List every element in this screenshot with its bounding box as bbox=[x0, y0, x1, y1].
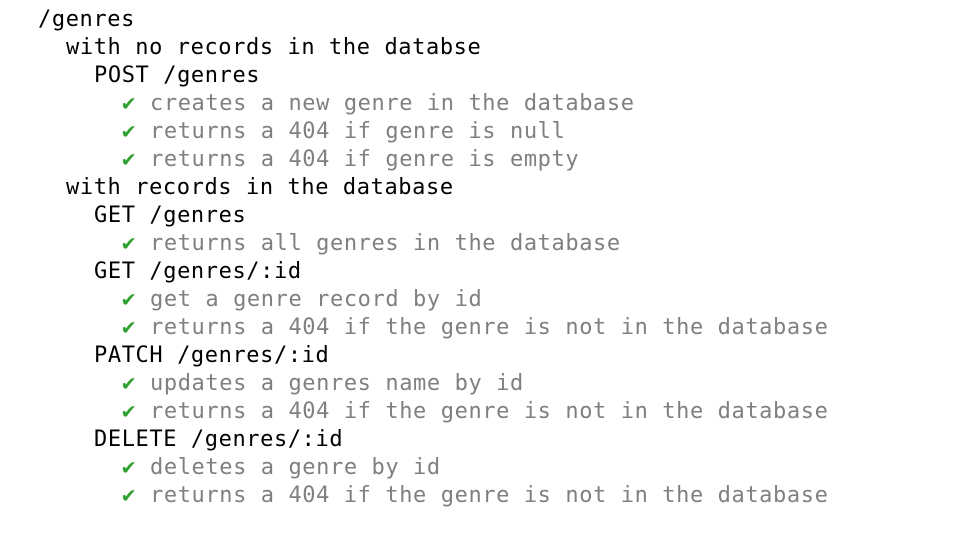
test-result-line: ✔ returns a 404 if the genre is not in th… bbox=[0, 314, 972, 342]
test-name: returns a 404 if genre is empty bbox=[150, 147, 580, 172]
suite-heading: with no records in the databse bbox=[0, 34, 972, 62]
test-result-line: ✔ returns a 404 if the genre is not in th… bbox=[0, 398, 972, 426]
check-mark-icon: ✔ bbox=[122, 147, 136, 172]
suite-heading: GET /genres/:id bbox=[0, 258, 972, 286]
test-name: returns a 404 if genre is null bbox=[150, 119, 566, 144]
check-mark-icon: ✔ bbox=[122, 231, 136, 256]
suite-title: POST /genres bbox=[94, 63, 261, 88]
suite-title: with records in the database bbox=[66, 175, 454, 200]
test-result-line: ✔ returns all genres in the database bbox=[0, 230, 972, 258]
suite-heading: GET /genres bbox=[0, 202, 972, 230]
suite-title: with no records in the databse bbox=[66, 35, 482, 60]
test-result-line: ✔ returns a 404 if genre is null bbox=[0, 118, 972, 146]
suite-title: DELETE /genres/:id bbox=[94, 427, 344, 452]
test-name: returns a 404 if the genre is not in the… bbox=[150, 483, 829, 508]
test-result-line: ✔ get a genre record by id bbox=[0, 286, 972, 314]
test-result-line: ✔ deletes a genre by id bbox=[0, 454, 972, 482]
test-result-line: ✔ returns a 404 if genre is empty bbox=[0, 146, 972, 174]
suite-heading: with records in the database bbox=[0, 174, 972, 202]
test-name: updates a genres name by id bbox=[150, 371, 524, 396]
check-mark-icon: ✔ bbox=[122, 315, 136, 340]
suite-title: GET /genres bbox=[94, 203, 247, 228]
check-mark-icon: ✔ bbox=[122, 399, 136, 424]
test-name: returns all genres in the database bbox=[150, 231, 621, 256]
suite-title: GET /genres/:id bbox=[94, 259, 302, 284]
suite-heading: PATCH /genres/:id bbox=[0, 342, 972, 370]
test-name: returns a 404 if the genre is not in the… bbox=[150, 399, 829, 424]
test-result-line: ✔ updates a genres name by id bbox=[0, 370, 972, 398]
suite-heading: /genres bbox=[0, 6, 972, 34]
test-name: returns a 404 if the genre is not in the… bbox=[150, 315, 829, 340]
suite-title: PATCH /genres/:id bbox=[94, 343, 330, 368]
suite-title: /genres bbox=[38, 7, 135, 32]
check-mark-icon: ✔ bbox=[122, 483, 136, 508]
suite-heading: DELETE /genres/:id bbox=[0, 426, 972, 454]
suite-heading: POST /genres bbox=[0, 62, 972, 90]
test-result-line: ✔ creates a new genre in the database bbox=[0, 90, 972, 118]
test-result-line: ✔ returns a 404 if the genre is not in th… bbox=[0, 482, 972, 510]
test-name: deletes a genre by id bbox=[150, 455, 441, 480]
check-mark-icon: ✔ bbox=[122, 455, 136, 480]
test-output: /genres with no records in the databse POS… bbox=[0, 6, 972, 510]
test-name: creates a new genre in the database bbox=[150, 91, 635, 116]
check-mark-icon: ✔ bbox=[122, 371, 136, 396]
check-mark-icon: ✔ bbox=[122, 91, 136, 116]
test-name: get a genre record by id bbox=[150, 287, 483, 312]
check-mark-icon: ✔ bbox=[122, 119, 136, 144]
check-mark-icon: ✔ bbox=[122, 287, 136, 312]
